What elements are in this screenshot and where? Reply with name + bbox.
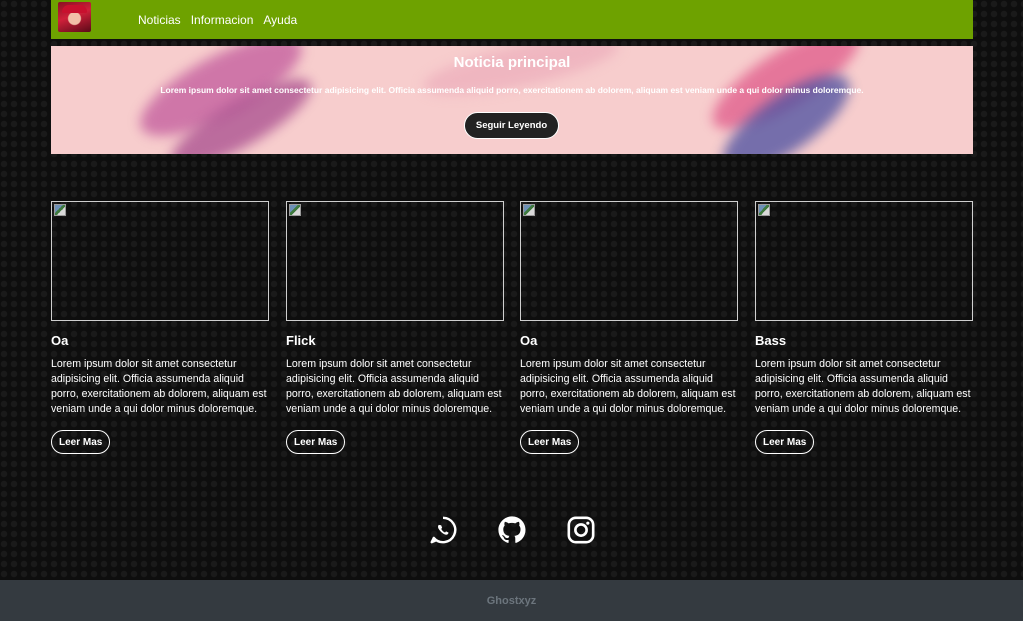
- card-image: [520, 201, 738, 321]
- whatsapp-icon[interactable]: [428, 515, 458, 545]
- navbar: Noticias Informacion Ayuda: [51, 0, 973, 39]
- card-text: Lorem ipsum dolor sit amet consectetur a…: [520, 358, 736, 415]
- nav-links: Noticias Informacion Ayuda: [138, 0, 307, 39]
- card-grid: Oa Lorem ipsum dolor sit amet consectetu…: [51, 201, 973, 461]
- broken-image-icon: [758, 204, 770, 216]
- card-image: [755, 201, 973, 321]
- broken-image-icon: [54, 204, 66, 216]
- card-title: Bass: [755, 333, 787, 348]
- nav-link-ayuda[interactable]: Ayuda: [263, 13, 297, 27]
- card: Bass Lorem ipsum dolor sit amet consecte…: [755, 201, 973, 454]
- card-text: Lorem ipsum dolor sit amet consectetur a…: [286, 358, 502, 415]
- card-title: Oa: [520, 333, 538, 348]
- leer-mas-button[interactable]: Leer Mas: [520, 430, 580, 454]
- broken-image-icon: [523, 204, 535, 216]
- hero-title: Noticia principal: [453, 54, 571, 71]
- hero-text: Lorem ipsum dolor sit amet consectetur a…: [160, 85, 864, 95]
- card-image: [51, 201, 269, 321]
- card: Flick Lorem ipsum dolor sit amet consect…: [286, 201, 504, 454]
- card-image: [286, 201, 504, 321]
- broken-image-icon: [289, 204, 301, 216]
- card-text: Lorem ipsum dolor sit amet consectetur a…: [51, 358, 267, 415]
- github-icon[interactable]: [497, 515, 527, 545]
- social-links: [0, 512, 1023, 552]
- instagram-icon[interactable]: [566, 515, 596, 545]
- seguir-leyendo-button[interactable]: Seguir Leyendo: [464, 112, 559, 139]
- card: Oa Lorem ipsum dolor sit amet consectetu…: [51, 201, 269, 454]
- leer-mas-button[interactable]: Leer Mas: [286, 430, 346, 454]
- card-text: Lorem ipsum dolor sit amet consectetur a…: [755, 358, 971, 415]
- card: Oa Lorem ipsum dolor sit amet consectetu…: [520, 201, 738, 454]
- footer-credit: Ghostxyz: [486, 594, 537, 607]
- anime-avatar-logo[interactable]: [58, 2, 91, 32]
- card-title: Flick: [286, 333, 316, 348]
- leer-mas-button[interactable]: Leer Mas: [755, 430, 815, 454]
- nav-link-noticias[interactable]: Noticias: [138, 13, 181, 27]
- hero-banner: Noticia principal Lorem ipsum dolor sit …: [51, 46, 973, 154]
- card-title: Oa: [51, 333, 69, 348]
- footer: Ghostxyz: [0, 580, 1023, 621]
- nav-link-informacion[interactable]: Informacion: [191, 13, 254, 27]
- leer-mas-button[interactable]: Leer Mas: [51, 430, 111, 454]
